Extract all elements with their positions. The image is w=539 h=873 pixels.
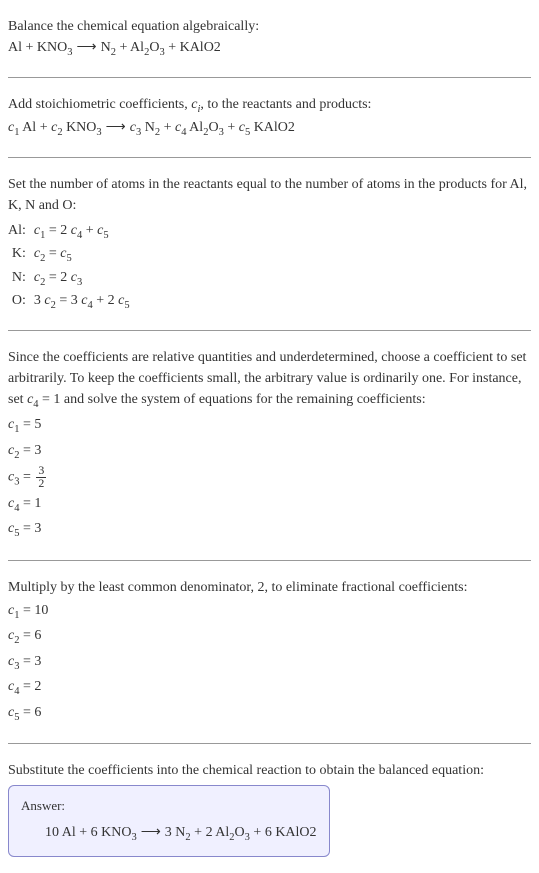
coef-c4: c4 = 1 xyxy=(8,493,531,517)
answer-box: Answer: 10 Al + 6 KNO3⟶3 N2 + 2 Al2O3 + … xyxy=(8,785,330,856)
balance-row-al: Al: c1 = 2 c4 + c5 xyxy=(8,220,130,244)
stoichiometric-equation: c1 Al + c2 KNO3⟶c3 N2 + c4 Al2O3 + c5 KA… xyxy=(8,117,531,141)
divider-4 xyxy=(8,560,531,561)
balance-eq-al: c1 = 2 c4 + c5 xyxy=(34,220,130,244)
coef2-c2: c2 = 6 xyxy=(8,625,531,649)
balance-eq-n: c2 = 2 c3 xyxy=(34,267,130,291)
answer-label: Answer: xyxy=(21,796,317,816)
section-multiply-lcd: Multiply by the least common denominator… xyxy=(8,569,531,736)
frac-den: 2 xyxy=(36,478,46,490)
stoic-suffix: , to the reactants and products: xyxy=(200,97,371,112)
final-intro: Substitute the coefficients into the che… xyxy=(8,760,531,781)
atom-balance-intro: Set the number of atoms in the reactants… xyxy=(8,174,531,216)
balance-prompt-text: Balance the chemical equation algebraica… xyxy=(8,16,531,37)
divider-3 xyxy=(8,330,531,331)
coef2-c4: c4 = 2 xyxy=(8,676,531,700)
divider-2 xyxy=(8,157,531,158)
coef-c1: c1 = 5 xyxy=(8,414,531,438)
multiply-intro: Multiply by the least common denominator… xyxy=(8,577,531,598)
solve-intro: Since the coefficients are relative quan… xyxy=(8,347,531,413)
section-balance-prompt: Balance the chemical equation algebraica… xyxy=(8,8,531,69)
balance-label-o: O: xyxy=(8,290,34,314)
stoichiometric-text: Add stoichiometric coefficients, ci, to … xyxy=(8,94,531,118)
balance-row-k: K: c2 = c5 xyxy=(8,243,130,267)
balance-label-k: K: xyxy=(8,243,34,267)
initial-equation: Al + KNO3⟶N2 + Al2O3 + KAlO2 xyxy=(8,37,531,61)
coef-c5: c5 = 3 xyxy=(8,518,531,542)
balance-label-al: Al: xyxy=(8,220,34,244)
balance-row-n: N: c2 = 2 c3 xyxy=(8,267,130,291)
divider-5 xyxy=(8,743,531,744)
stoic-prefix: Add stoichiometric coefficients, xyxy=(8,97,191,112)
balance-eq-o: 3 c2 = 3 c4 + 2 c5 xyxy=(34,290,130,314)
coef2-c5: c5 = 6 xyxy=(8,702,531,726)
section-stoichiometric: Add stoichiometric coefficients, ci, to … xyxy=(8,86,531,149)
answer-equation: 10 Al + 6 KNO3⟶3 N2 + 2 Al2O3 + 6 KAlO2 xyxy=(21,822,317,846)
divider-1 xyxy=(8,77,531,78)
balance-eq-k: c2 = c5 xyxy=(34,243,130,267)
balance-table: Al: c1 = 2 c4 + c5 K: c2 = c5 N: c2 = 2 … xyxy=(8,220,130,314)
coef2-c3: c3 = 3 xyxy=(8,651,531,675)
section-atom-balance: Set the number of atoms in the reactants… xyxy=(8,166,531,322)
coef-c3: c3 = 32 xyxy=(8,465,531,490)
balance-label-n: N: xyxy=(8,267,34,291)
section-final: Substitute the coefficients into the che… xyxy=(8,752,531,864)
section-solve-arbitrary: Since the coefficients are relative quan… xyxy=(8,339,531,552)
coef-c2: c2 = 3 xyxy=(8,440,531,464)
coef2-c1: c1 = 10 xyxy=(8,600,531,624)
balance-row-o: O: 3 c2 = 3 c4 + 2 c5 xyxy=(8,290,130,314)
